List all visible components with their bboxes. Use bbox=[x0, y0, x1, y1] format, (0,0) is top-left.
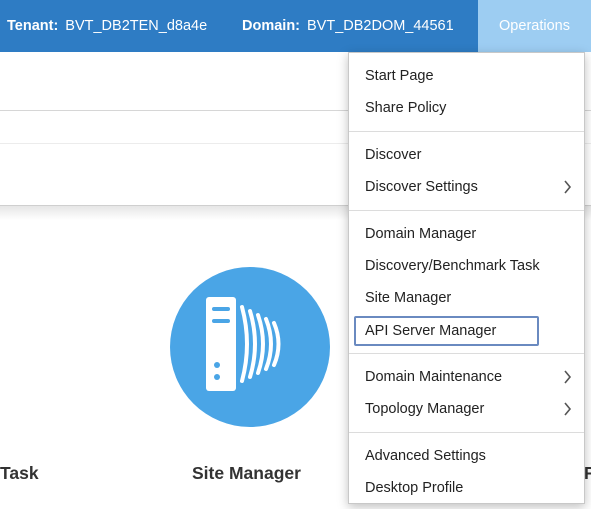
menu-item-label: Desktop Profile bbox=[365, 480, 464, 496]
menu-item-label: API Server Manager bbox=[365, 323, 497, 339]
chevron-right-icon bbox=[564, 370, 572, 384]
menu-separator bbox=[349, 353, 584, 354]
menu-item-discover-settings[interactable]: Discover Settings bbox=[349, 172, 584, 202]
menu-separator bbox=[349, 432, 584, 433]
menu-item-advanced-settings[interactable]: Advanced Settings bbox=[349, 441, 584, 471]
menu-item-label: Domain Maintenance bbox=[365, 369, 503, 385]
chevron-right-icon bbox=[564, 180, 572, 194]
tenant-label: Tenant: bbox=[7, 18, 59, 34]
domain-info: Domain: BVT_DB2DOM_44561 bbox=[242, 0, 454, 52]
site-manager-tile-label[interactable]: Site Manager bbox=[192, 463, 301, 484]
menu-item-label: Discover Settings bbox=[365, 179, 478, 195]
left-tile-label[interactable]: Task bbox=[0, 463, 39, 484]
domain-label: Domain: bbox=[242, 18, 300, 34]
menu-item-label: Domain Manager bbox=[365, 226, 477, 242]
menu-item-label: Topology Manager bbox=[365, 401, 485, 417]
domain-value: BVT_DB2DOM_44561 bbox=[307, 18, 454, 34]
left-tile-circle[interactable] bbox=[0, 269, 2, 429]
tenant-info: Tenant: BVT_DB2TEN_d8a4e bbox=[7, 0, 207, 52]
menu-item-topology-manager[interactable]: Topology Manager bbox=[349, 394, 584, 424]
server-signal-icon bbox=[206, 297, 281, 391]
menu-item-desktop-profile[interactable]: Desktop Profile bbox=[349, 473, 584, 503]
top-header-bar: Tenant: BVT_DB2TEN_d8a4e Domain: BVT_DB2DO… bbox=[0, 0, 591, 52]
menu-item-domain-manager[interactable]: Domain Manager bbox=[349, 219, 584, 249]
menu-item-start-page[interactable]: Start Page bbox=[349, 61, 584, 91]
right-tile-label[interactable]: P bbox=[584, 463, 591, 484]
menu-item-discovery-benchmark-task[interactable]: Discovery/Benchmark Task bbox=[349, 251, 584, 281]
menu-separator bbox=[349, 210, 584, 211]
app-window: Tenant: BVT_DB2TEN_d8a4e Domain: BVT_DB2DO… bbox=[0, 0, 591, 509]
menu-item-site-manager[interactable]: Site Manager bbox=[349, 283, 584, 313]
menu-item-discover[interactable]: Discover bbox=[349, 140, 584, 170]
menu-item-label: Discovery/Benchmark Task bbox=[365, 258, 540, 274]
menu-item-share-policy[interactable]: Share Policy bbox=[349, 93, 584, 123]
menu-item-api-server-manager[interactable]: API Server Manager bbox=[354, 316, 539, 346]
menu-item-label: Advanced Settings bbox=[365, 448, 486, 464]
operations-dropdown-menu: Start Page Share Policy Discover Discover S… bbox=[348, 52, 585, 504]
tenant-value: BVT_DB2TEN_d8a4e bbox=[65, 18, 208, 34]
menu-item-label: Start Page bbox=[365, 68, 434, 84]
menu-item-label: Discover bbox=[365, 147, 422, 163]
chevron-right-icon bbox=[564, 402, 572, 416]
menu-item-domain-maintenance[interactable]: Domain Maintenance bbox=[349, 362, 584, 392]
menu-item-label: Site Manager bbox=[365, 290, 452, 306]
site-manager-tile[interactable] bbox=[170, 267, 330, 427]
menu-separator bbox=[349, 131, 584, 132]
menu-item-label: Share Policy bbox=[365, 100, 447, 116]
operations-menu-button[interactable]: Operations bbox=[478, 0, 591, 52]
